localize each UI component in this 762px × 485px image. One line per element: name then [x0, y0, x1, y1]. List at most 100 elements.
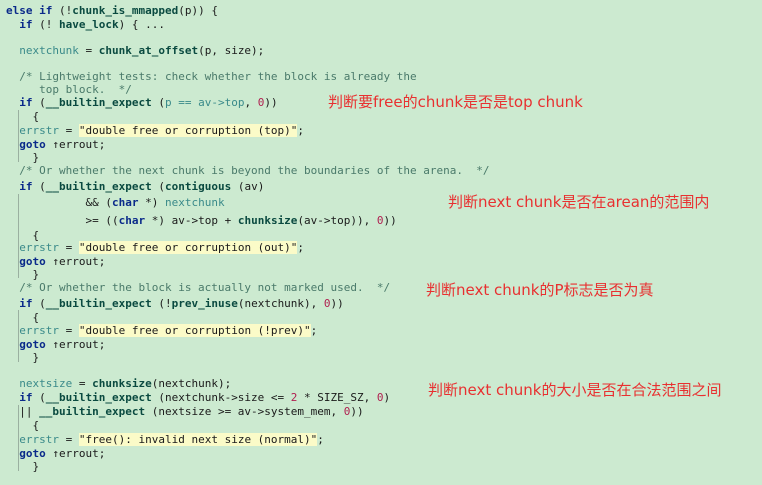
annotation-top-chunk: 判断要free的chunk是否是top chunk — [328, 93, 583, 111]
code-line: errstr = "free(): invalid next size (nor… — [6, 433, 324, 447]
code-comment-text: /* Or whether the block is actually not … — [19, 281, 391, 294]
code-keyword: else if — [6, 4, 53, 17]
code-line: { — [6, 110, 40, 124]
code-brace: } — [32, 460, 40, 473]
code-comment: /* Or whether the block is actually not … — [6, 281, 390, 295]
code-keyword: char — [118, 214, 146, 227]
code-number: 0 — [376, 391, 384, 404]
code-comment-text: top block. */ — [19, 83, 132, 96]
code-line: } — [6, 351, 40, 365]
code-text: ) { ... — [118, 18, 165, 31]
code-keyword: goto — [19, 138, 46, 151]
code-comment: top block. */ — [6, 83, 132, 97]
code-line: || __builtin_expect (nextsize >= av->sys… — [6, 405, 364, 419]
code-function: __builtin_expect — [45, 96, 152, 109]
code-line: nextsize = chunksize(nextchunk); — [6, 377, 231, 391]
code-function: __builtin_expect — [45, 391, 152, 404]
code-text: ↑errout; — [45, 338, 106, 351]
annotation-p-flag: 判断next chunk的P标志是否为真 — [426, 281, 654, 299]
code-brace: { — [32, 110, 40, 123]
code-text: = — [59, 324, 79, 337]
code-text: * SIZE_SZ, — [297, 391, 377, 404]
code-brace: } — [32, 351, 40, 364]
code-comment: /* Lightweight tests: check whether the … — [6, 70, 417, 84]
code-identifier: errstr — [19, 124, 59, 137]
code-string: "free(): invalid next size (normal)" — [78, 433, 318, 446]
code-function: chunk_at_offset — [98, 44, 199, 57]
code-line: if (__builtin_expect (nextchunk->size <=… — [6, 391, 390, 405]
code-identifier: errstr — [19, 433, 59, 446]
code-text: (nextchunk->size <= — [151, 391, 291, 404]
code-text: = — [78, 44, 99, 57]
code-brace: } — [32, 268, 40, 281]
code-text: || — [19, 405, 40, 418]
code-function: chunksize — [237, 214, 298, 227]
code-line: goto ↑errout; — [6, 138, 105, 152]
code-text: )) — [264, 96, 278, 109]
code-line: if (__builtin_expect (!prev_inuse(nextch… — [6, 297, 344, 311]
code-function: __builtin_expect — [45, 297, 152, 310]
code-line: && (char *) nextchunk — [6, 196, 224, 210]
code-keyword: if — [19, 391, 33, 404]
code-keyword: if — [19, 180, 33, 193]
code-text: ( — [32, 297, 46, 310]
code-number: 0 — [376, 214, 384, 227]
code-identifier: nextsize — [19, 377, 73, 390]
code-text: ( — [151, 96, 165, 109]
code-text: ( — [151, 180, 165, 193]
code-text: *) — [138, 196, 165, 209]
annotation-size-range: 判断next chunk的大小是否在合法范围之间 — [428, 381, 722, 399]
code-text: (av->top)), — [297, 214, 377, 227]
code-line: } — [6, 460, 40, 474]
code-text: (nextsize >= av->system_mem, — [145, 405, 344, 418]
code-keyword: goto — [19, 255, 46, 268]
code-text: *) av->top + — [145, 214, 238, 227]
code-function: chunksize — [92, 377, 152, 390]
code-line: { — [6, 419, 40, 433]
code-brace: { — [32, 419, 40, 432]
code-text: ; — [297, 124, 305, 137]
code-editor: else if (!chunk_is_mmapped(p)) { if (! h… — [0, 0, 762, 485]
code-line: } — [6, 151, 40, 165]
code-text: = — [72, 377, 93, 390]
code-text: (nextchunk), — [237, 297, 324, 310]
code-identifier: errstr — [19, 324, 59, 337]
code-text: ; — [317, 433, 324, 446]
code-line: >= ((char *) av->top + chunksize(av->top… — [6, 214, 397, 228]
code-line: else if (!chunk_is_mmapped(p)) { — [6, 4, 218, 18]
code-line: nextchunk = chunk_at_offset(p, size); — [6, 44, 264, 58]
code-line: goto ↑errout; — [6, 338, 105, 352]
code-text: ; — [297, 241, 305, 254]
code-function: prev_inuse — [171, 297, 238, 310]
code-comment: /* Or whether the next chunk is beyond t… — [6, 164, 489, 178]
code-text: ; — [310, 324, 318, 337]
code-text: (! — [52, 4, 73, 17]
code-line: if (! have_lock) { ... — [6, 18, 165, 32]
code-text: ↑errout; — [45, 255, 106, 268]
code-function: __builtin_expect — [39, 405, 146, 418]
code-text: >= (( — [85, 214, 119, 227]
code-text: (! — [32, 18, 59, 31]
code-string: "double free or corruption (out)" — [78, 241, 298, 254]
code-brace: } — [32, 151, 40, 164]
code-keyword: if — [19, 297, 33, 310]
code-line: goto ↑errout; — [6, 447, 105, 461]
code-text: ( — [32, 96, 46, 109]
code-line: errstr = "double free or corruption (!pr… — [6, 324, 317, 338]
code-line: errstr = "double free or corruption (top… — [6, 124, 304, 138]
code-function: contiguous — [164, 180, 232, 193]
code-identifier: nextchunk — [19, 44, 79, 57]
code-identifier: p == av->top — [164, 96, 245, 109]
code-text: && ( — [85, 196, 112, 209]
code-comment-text: /* Lightweight tests: check whether the … — [19, 70, 417, 83]
code-keyword: if — [19, 96, 33, 109]
code-function: chunk_is_mmapped — [72, 4, 179, 17]
code-text: )) — [350, 405, 364, 418]
code-function: __builtin_expect — [45, 180, 152, 193]
code-line: } — [6, 268, 40, 282]
code-text: )) — [383, 214, 397, 227]
code-text: ↑errout; — [45, 138, 106, 151]
code-keyword: goto — [19, 447, 46, 460]
code-text: = — [59, 433, 79, 446]
code-line: errstr = "double free or corruption (out… — [6, 241, 304, 255]
